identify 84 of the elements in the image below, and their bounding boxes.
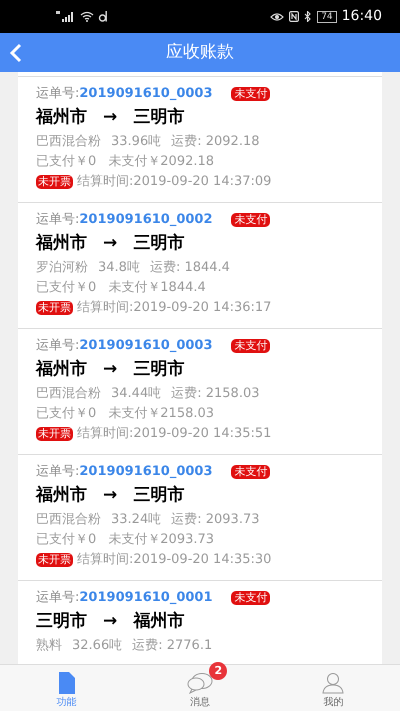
bluetooth-icon xyxy=(304,11,312,22)
nav-tab[interactable]: 功能 xyxy=(0,665,134,711)
invoice-status-badge: 未开票 xyxy=(36,301,73,315)
cargo-weight: 34.8吨 xyxy=(98,258,140,277)
paid-amount: 已支付￥0 xyxy=(36,531,96,550)
order-card[interactable]: 运单号:2019091610_0003 未支付 福州市 → 三明市 巴西混合粉 33.24吨 运费: 2093.73 已支付￥0 未支付￥2093.73 未开票 结算时间:2019-09-20 14:35:30 xyxy=(18,454,382,580)
waybill-number[interactable]: 2019091610_0003 xyxy=(79,336,232,356)
waybill-label: 运单号: xyxy=(36,337,80,356)
waybill-number[interactable]: 2019091610_0003 xyxy=(79,462,232,482)
back-icon[interactable] xyxy=(9,43,23,63)
person-icon xyxy=(322,672,344,694)
order-card[interactable]: 运单号:2019091610_0002 未支付 福州市 → 三明市 罗泊河粉 34.8吨 运费: 1844.4 已支付￥0 未支付￥1844.4 未开票 结算时间:2019-09-20 14:36:17 xyxy=(18,202,382,328)
route-arrow: → xyxy=(103,232,118,255)
freight-fee: 运费: 2776.1 xyxy=(132,636,212,655)
route-arrow: → xyxy=(103,358,118,381)
cargo-name: 熟料 xyxy=(36,636,62,655)
route-arrow: → xyxy=(103,610,118,633)
unpaid-amount: 未支付￥2092.18 xyxy=(108,153,214,172)
waybill-number[interactable]: 2019091610_0003 xyxy=(79,84,232,104)
unpaid-amount: 未支付￥2158.03 xyxy=(108,405,214,424)
paid-amount: 已支付￥0 xyxy=(36,153,96,172)
payment-status-badge: 未支付 xyxy=(231,213,270,227)
nav-tab[interactable]: 消息 2 xyxy=(133,665,267,711)
waybill-label: 运单号: xyxy=(36,463,80,482)
cargo-weight: 33.24吨 xyxy=(111,510,162,529)
order-card[interactable]: 运单号:2019091610_0003 未支付 福州市 → 三明市 巴西混合粉 33.96吨 运费: 2092.18 已支付￥0 未支付￥2092.18 未开票 结算时间:2019-09-20 14:37:09 xyxy=(18,76,382,202)
battery-level: 74 xyxy=(317,10,337,22)
nfc-icon xyxy=(289,11,300,22)
cargo-weight: 33.96吨 xyxy=(111,132,162,151)
payment-status-badge: 未支付 xyxy=(231,591,270,605)
settlement-time: 结算时间:2019-09-20 14:37:09 xyxy=(77,173,272,192)
freight-fee: 运费: 2092.18 xyxy=(171,132,260,151)
freight-fee: 运费: 1844.4 xyxy=(150,258,230,277)
waybill-label: 运单号: xyxy=(36,211,80,230)
invoice-status-badge: 未开票 xyxy=(36,427,73,441)
destination-city: 三明市 xyxy=(133,106,184,129)
eye-icon xyxy=(270,12,284,22)
route-arrow: → xyxy=(103,484,118,507)
order-card[interactable]: 运单号:2019091610_0003 未支付 福州市 → 三明市 巴西混合粉 34.44吨 运费: 2158.03 已支付￥0 未支付￥2158.03 未开票 结算时间:2019-09-20 14:35:51 xyxy=(18,328,382,454)
document-icon xyxy=(58,672,75,694)
paid-amount: 已支付￥0 xyxy=(36,279,96,298)
settlement-time: 结算时间:2019-09-20 14:35:51 xyxy=(77,425,272,444)
invoice-status-badge: 未开票 xyxy=(36,175,73,189)
settlement-time: 结算时间:2019-09-20 14:36:17 xyxy=(77,299,272,318)
settlement-time: 结算时间:2019-09-20 14:35:30 xyxy=(77,551,272,570)
origin-city: 三明市 xyxy=(36,610,87,633)
clock-time: 16:40 xyxy=(342,7,382,26)
unpaid-amount: 未支付￥1844.4 xyxy=(108,279,206,298)
origin-city: 福州市 xyxy=(36,358,87,381)
tab-label: 我的 xyxy=(323,696,344,710)
origin-city: 福州市 xyxy=(36,232,87,255)
payment-status-badge: 未支付 xyxy=(231,465,270,479)
origin-city: 福州市 xyxy=(36,106,87,129)
payment-status-badge: 未支付 xyxy=(231,87,270,101)
route-arrow: → xyxy=(103,106,118,129)
tab-label: 功能 xyxy=(56,696,77,710)
waybill-label: 运单号: xyxy=(36,589,80,608)
waybill-number[interactable]: 2019091610_0001 xyxy=(79,588,232,608)
waybill-number[interactable]: 2019091610_0002 xyxy=(79,210,232,230)
cargo-name: 巴西混合粉 xyxy=(36,132,101,151)
destination-city: 福州市 xyxy=(133,610,184,633)
origin-city: 福州市 xyxy=(36,484,87,507)
cargo-weight: 32.66吨 xyxy=(72,636,122,655)
cargo-name: 巴西混合粉 xyxy=(36,384,101,403)
destination-city: 三明市 xyxy=(133,358,184,381)
tab-label: 消息 xyxy=(190,696,210,710)
freight-fee: 运费: 2093.73 xyxy=(171,510,260,529)
destination-city: 三明市 xyxy=(133,484,184,507)
invoice-status-badge: 未开票 xyxy=(36,553,73,567)
chat-bubbles-icon xyxy=(186,672,213,694)
unpaid-amount: 未支付￥2093.73 xyxy=(108,531,214,550)
destination-city: 三明市 xyxy=(133,232,184,255)
freight-fee: 运费: 2158.03 xyxy=(171,384,260,403)
cargo-weight: 34.44吨 xyxy=(111,384,162,403)
wifi-icon xyxy=(80,11,94,22)
waybill-label: 运单号: xyxy=(36,85,80,104)
app-icon xyxy=(98,11,108,22)
paid-amount: 已支付￥0 xyxy=(36,405,96,424)
page-title: 应收账款 xyxy=(166,40,234,64)
count-badge: 2 xyxy=(209,662,228,680)
cargo-name: 巴西混合粉 xyxy=(36,510,101,529)
cargo-name: 罗泊河粉 xyxy=(36,258,88,277)
payment-status-badge: 未支付 xyxy=(231,339,270,353)
nav-tab[interactable]: 我的 xyxy=(266,665,400,711)
